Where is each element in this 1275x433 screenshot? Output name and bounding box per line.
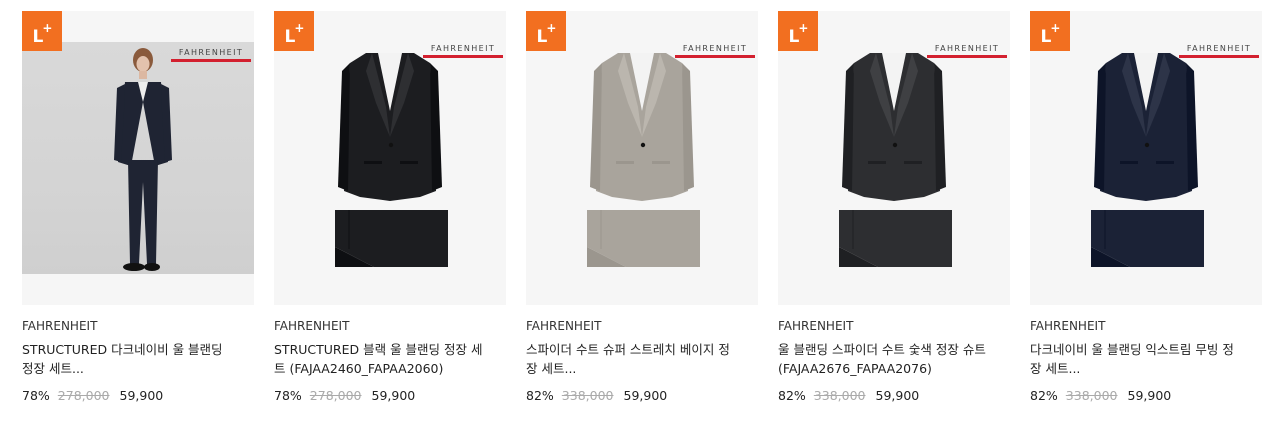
- jacket-pocket-right: [652, 161, 670, 164]
- product-card[interactable]: L+ FAHRENHEIT FAHRENHEIT STRUCTURED 다크네이…: [22, 11, 254, 404]
- badge-text: L+: [1040, 21, 1061, 47]
- product-brand: FAHRENHEIT: [274, 319, 350, 333]
- discount-rate: 78%: [274, 388, 302, 403]
- original-price: 338,000: [813, 388, 866, 403]
- jacket-pocket-left: [868, 161, 886, 164]
- product-image[interactable]: L+ FAHRENHEIT: [778, 11, 1010, 305]
- jacket-button: [892, 142, 898, 148]
- brand-logo-text: FAHRENHEIT: [178, 48, 244, 57]
- model-photo: [22, 42, 254, 274]
- original-price: 278,000: [57, 388, 110, 403]
- jacket-pocket-left: [616, 161, 634, 164]
- product-image[interactable]: L+ FAHRENHEIT: [1030, 11, 1262, 305]
- lplus-badge: L+: [274, 11, 314, 51]
- product-card[interactable]: L+ FAHRENHEIT FAHRENHEIT 다크네이비 울 블랜딩 익스트…: [1030, 11, 1262, 404]
- brand-logo: FAHRENHEIT: [1179, 44, 1259, 58]
- product-brand: FAHRENHEIT: [22, 319, 98, 333]
- product-image[interactable]: L+ FAHRENHEIT: [526, 11, 758, 305]
- original-price: 278,000: [309, 388, 362, 403]
- price-row: 78% 278,000 59,900: [274, 387, 506, 404]
- lplus-badge: L+: [778, 11, 818, 51]
- badge-text: L+: [32, 21, 53, 47]
- brand-logo: FAHRENHEIT: [927, 44, 1007, 58]
- jacket-right-sleeve: [682, 63, 694, 191]
- price-row: 82% 338,000 59,900: [526, 387, 758, 404]
- badge-text: L+: [536, 21, 557, 47]
- lplus-badge: L+: [22, 11, 62, 51]
- product-grid: L+ FAHRENHEIT FAHRENHEIT STRUCTURED 다크네이…: [0, 0, 1275, 433]
- discount-rate: 82%: [778, 388, 806, 403]
- jacket-button: [640, 142, 646, 148]
- product-name[interactable]: 스파이더 수트 슈퍼 스트레치 베이지 정장 세트...: [526, 340, 741, 378]
- jacket-right-sleeve: [1186, 63, 1198, 191]
- jacket-pocket-left: [1120, 161, 1138, 164]
- discount-rate: 82%: [1030, 388, 1058, 403]
- product-image[interactable]: L+ FAHRENHEIT: [22, 11, 254, 305]
- sale-price: 59,900: [875, 388, 920, 403]
- product-brand: FAHRENHEIT: [778, 319, 854, 333]
- jacket-left-sleeve: [1094, 63, 1106, 191]
- jacket-pocket-right: [904, 161, 922, 164]
- jacket-pocket-left: [364, 161, 382, 164]
- product-name[interactable]: STRUCTURED 다크네이비 울 블랜딩 정장 세트...: [22, 340, 237, 378]
- discount-rate: 82%: [526, 388, 554, 403]
- product-brand: FAHRENHEIT: [1030, 319, 1106, 333]
- product-brand: FAHRENHEIT: [526, 319, 602, 333]
- original-price: 338,000: [561, 388, 614, 403]
- brand-logo-text: FAHRENHEIT: [682, 44, 748, 53]
- jacket-right-sleeve: [934, 63, 946, 191]
- original-price: 338,000: [1065, 388, 1118, 403]
- product-name[interactable]: STRUCTURED 블랙 울 블랜딩 정장 세트 (FAJAA2460_FAP…: [274, 340, 489, 378]
- sale-price: 59,900: [623, 388, 668, 403]
- jacket-button: [388, 142, 394, 148]
- lplus-badge: L+: [526, 11, 566, 51]
- discount-rate: 78%: [22, 388, 50, 403]
- brand-logo-text: FAHRENHEIT: [1186, 44, 1252, 53]
- jacket-pocket-right: [1156, 161, 1174, 164]
- brand-logo: FAHRENHEIT: [171, 48, 251, 62]
- brand-logo: FAHRENHEIT: [675, 44, 755, 58]
- sale-price: 59,900: [119, 388, 164, 403]
- sale-price: 59,900: [371, 388, 416, 403]
- sale-price: 59,900: [1127, 388, 1172, 403]
- price-row: 78% 278,000 59,900: [22, 387, 254, 404]
- jacket-left-sleeve: [842, 63, 854, 191]
- jacket-right-sleeve: [430, 63, 442, 191]
- product-name[interactable]: 다크네이비 울 블랜딩 익스트림 무빙 정장 세트...: [1030, 340, 1245, 378]
- product-card[interactable]: L+ FAHRENHEIT FAHRENHEIT 스파이더 수트 슈퍼 스트레치…: [526, 11, 758, 404]
- brand-logo: FAHRENHEIT: [423, 44, 503, 58]
- jacket-button: [1144, 142, 1150, 148]
- product-name[interactable]: 울 블랜딩 스파이더 수트 숯색 정장 슈트 (FAJAA2676_FAPAA2…: [778, 340, 993, 378]
- brand-logo-text: FAHRENHEIT: [430, 44, 496, 53]
- jacket-pocket-right: [400, 161, 418, 164]
- price-row: 82% 338,000 59,900: [778, 387, 1010, 404]
- model-figure: [114, 48, 172, 271]
- badge-text: L+: [284, 21, 305, 47]
- price-row: 82% 338,000 59,900: [1030, 387, 1262, 404]
- product-card[interactable]: L+ FAHRENHEIT FAHRENHEIT 울 블랜딩 스파이더 수트 숯…: [778, 11, 1010, 404]
- jacket-left-sleeve: [338, 63, 350, 191]
- product-image[interactable]: L+ FAHRENHEIT: [274, 11, 506, 305]
- brand-logo-text: FAHRENHEIT: [934, 44, 1000, 53]
- badge-text: L+: [788, 21, 809, 47]
- lplus-badge: L+: [1030, 11, 1070, 51]
- product-card[interactable]: L+ FAHRENHEIT FAHRENHEIT STRUCTURED 블랙 울…: [274, 11, 506, 404]
- jacket-left-sleeve: [590, 63, 602, 191]
